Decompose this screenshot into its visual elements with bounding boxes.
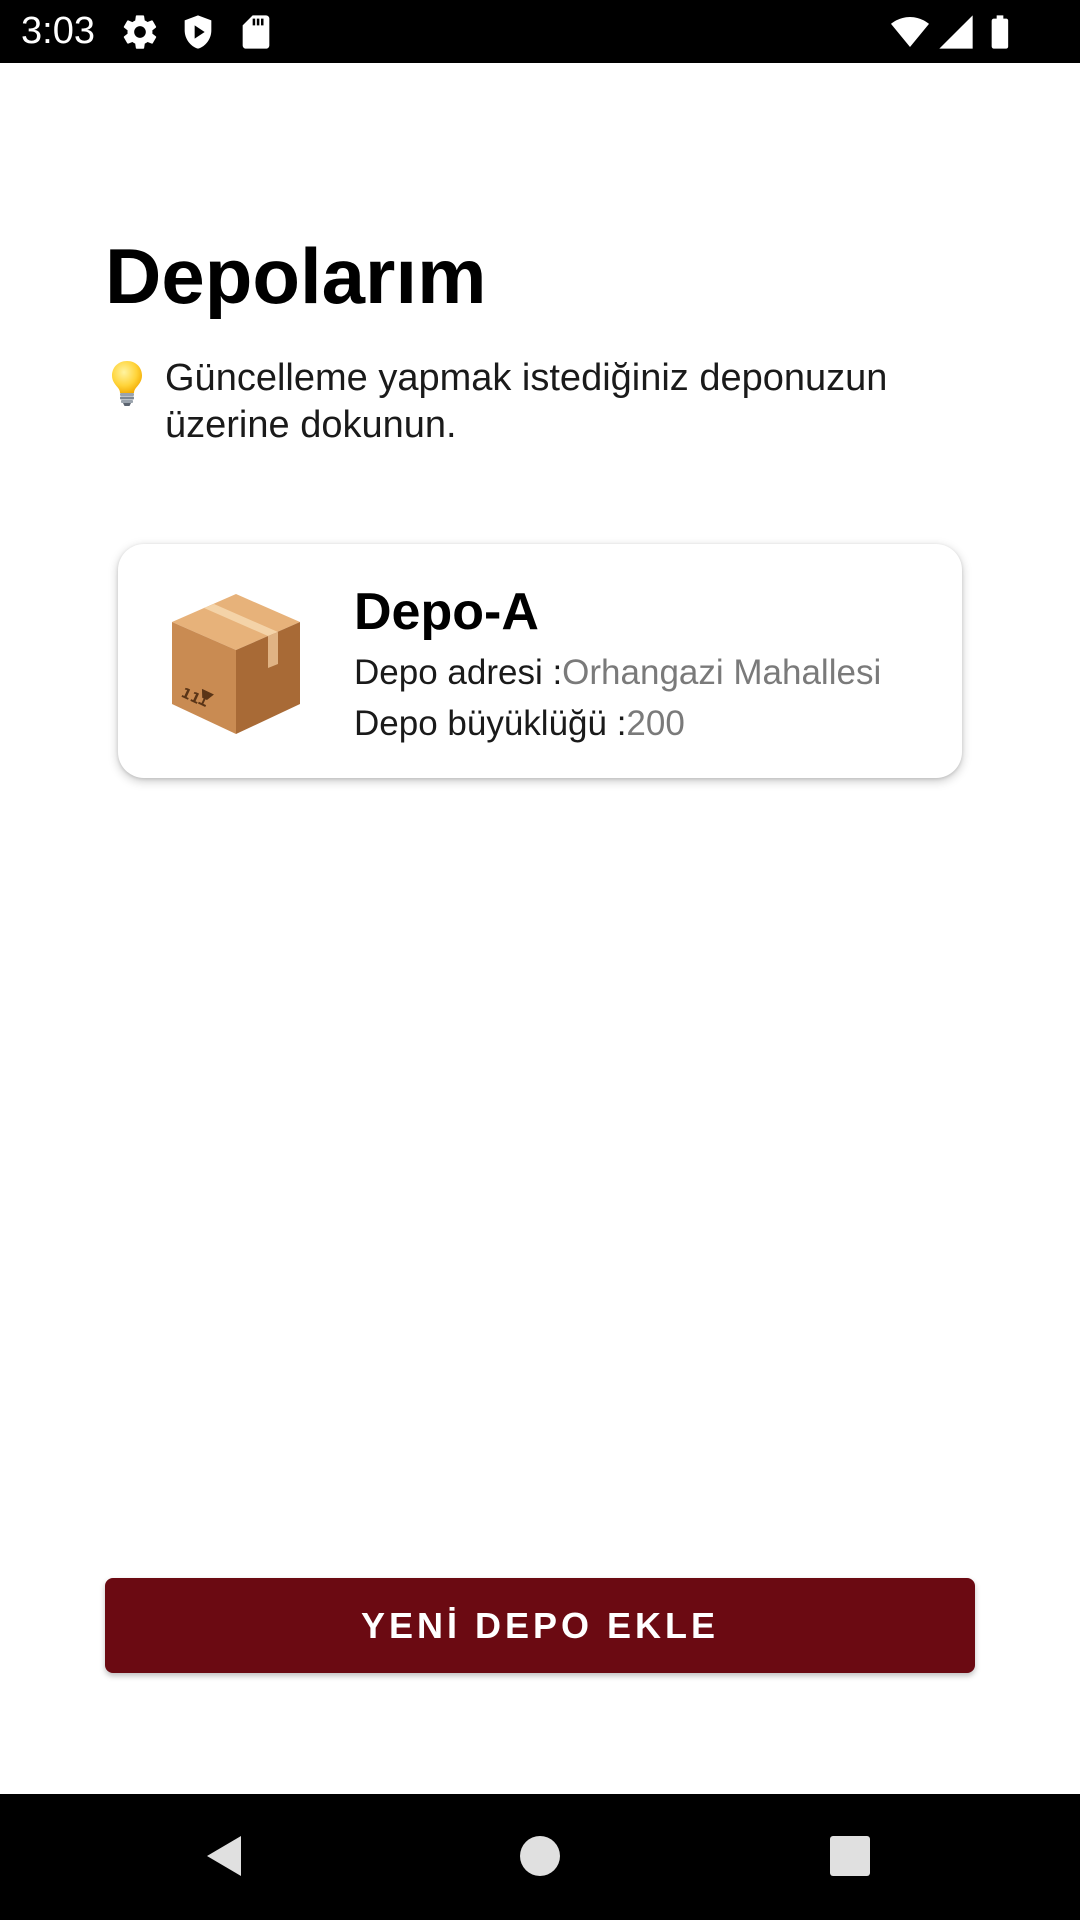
nav-bar (0, 1794, 1080, 1920)
sd-card-icon (236, 12, 276, 52)
depot-size-row: Depo büyüklüğü :200 (354, 701, 685, 747)
depot-card[interactable]: 11 Depo-A Depo adresi :Orhangazi Mahalle… (118, 544, 962, 778)
gear-icon (120, 12, 160, 52)
depot-address-value: Orhangazi Mahallesi (562, 653, 882, 692)
package-box-icon: 11 (166, 588, 306, 738)
recents-icon[interactable] (818, 1824, 882, 1888)
battery-icon (980, 12, 1020, 52)
depot-size-label: Depo büyüklüğü : (354, 704, 627, 743)
page-title: Depolarım (105, 232, 487, 320)
add-depot-button[interactable]: YENİ DEPO EKLE (105, 1578, 975, 1673)
home-icon[interactable] (508, 1824, 572, 1888)
back-icon[interactable] (193, 1824, 257, 1888)
depot-name: Depo-A (354, 583, 539, 641)
depot-size-value: 200 (626, 704, 685, 743)
wifi-icon (888, 12, 932, 52)
depot-address-row: Depo adresi :Orhangazi Mahallesi (354, 650, 881, 696)
hint-text: Güncelleme yapmak istediğiniz deponuzun … (165, 357, 888, 446)
lightbulb-icon (107, 359, 147, 407)
screen: 3:03 Depolarım Güncelleme yapmak istediğ… (0, 0, 1080, 1920)
status-bar: 3:03 (0, 0, 1080, 63)
shield-play-icon (178, 12, 218, 52)
cell-signal-icon (936, 12, 976, 52)
status-time: 3:03 (21, 10, 95, 52)
depot-address-label: Depo adresi : (354, 653, 563, 692)
